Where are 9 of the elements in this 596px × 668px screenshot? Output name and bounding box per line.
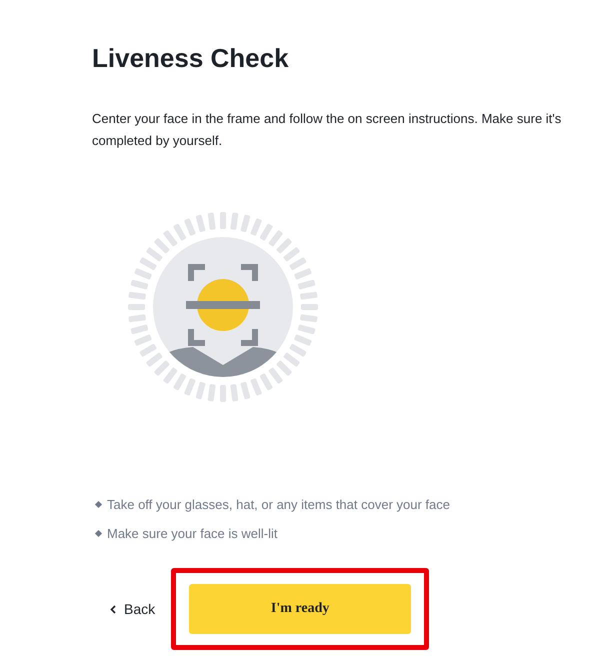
bullet-icon xyxy=(94,530,102,538)
bullet-icon xyxy=(94,500,102,508)
page-title: Liveness Check xyxy=(92,42,290,75)
tip-text: Take off your glasses, hat, or any items that cover your face xyxy=(107,497,450,512)
instructions-text: Center your face in the frame and follow the on screen instructions. Make sure it's completed by yourself. xyxy=(92,110,562,150)
chevron-left-icon xyxy=(110,604,116,614)
back-button[interactable]: Back xyxy=(92,589,162,629)
ready-button[interactable]: I'm ready xyxy=(189,584,412,634)
tip-text: Make sure your face is well-lit xyxy=(107,526,278,541)
